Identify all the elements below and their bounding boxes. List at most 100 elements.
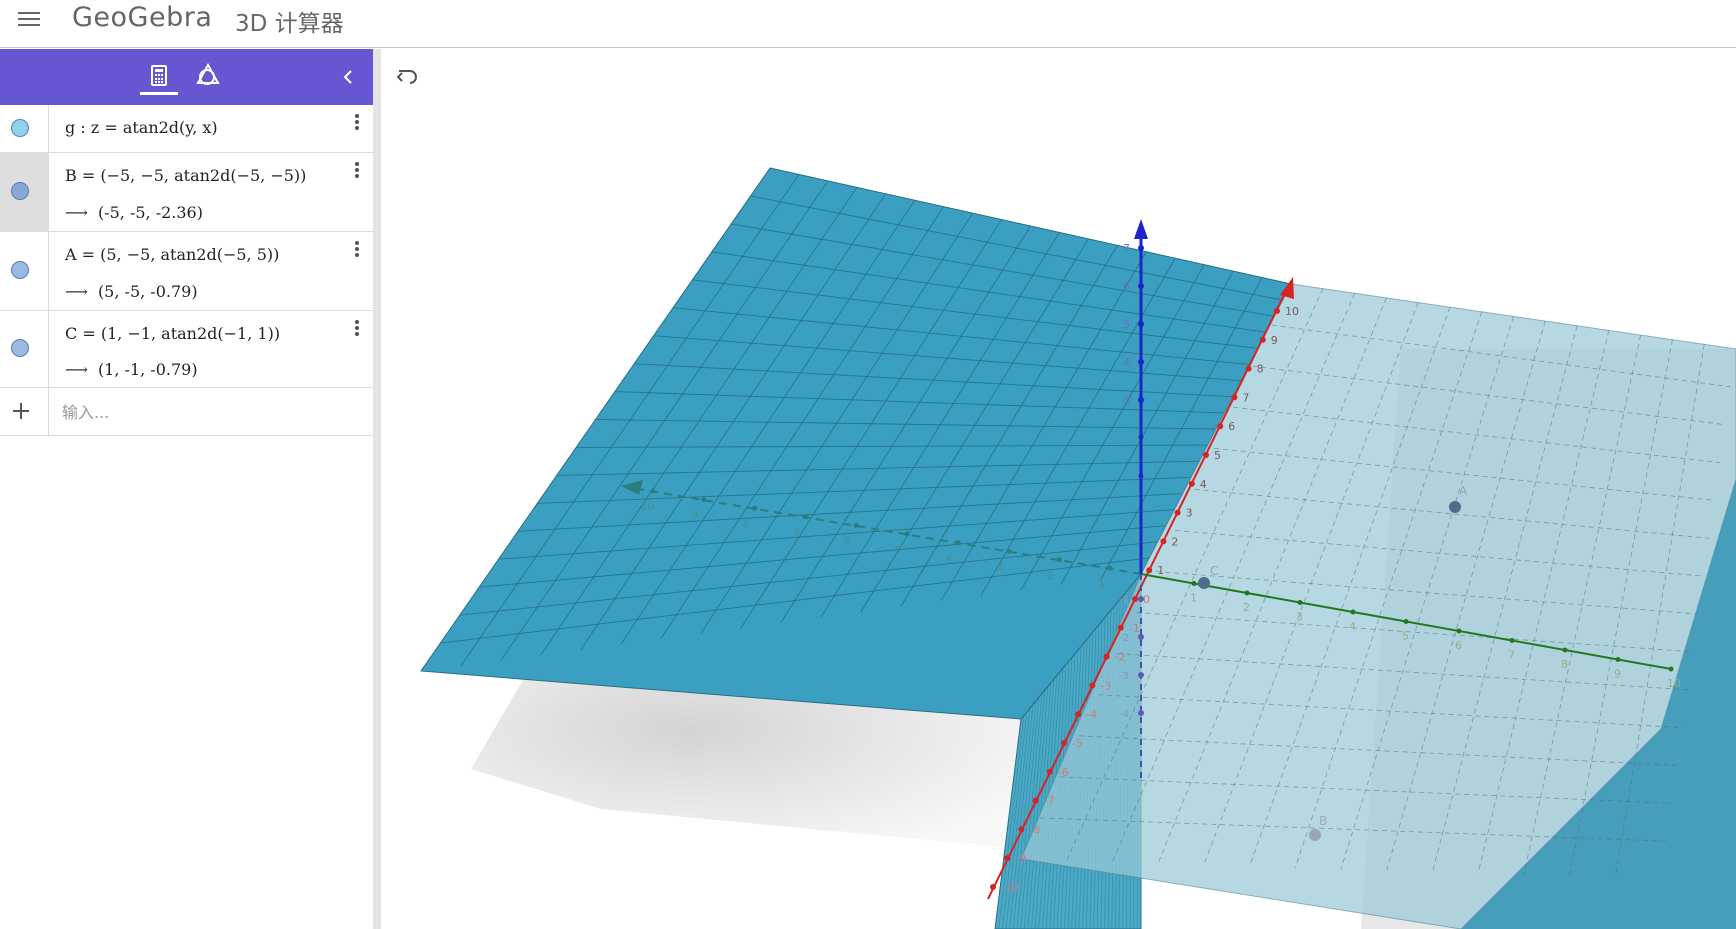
x-axis-tick-label: 4	[1200, 478, 1207, 491]
more-vertical-icon[interactable]	[351, 161, 363, 181]
x-axis-tick-label: -2	[1115, 651, 1126, 664]
x-axis-tick-label: -10	[1001, 881, 1019, 894]
output-a: ⟶ (5, -5, -0.79)	[65, 282, 198, 301]
tools-icon	[196, 62, 220, 85]
more-vertical-icon[interactable]	[351, 319, 363, 339]
z-axis-neg-tick-label: -4	[1119, 709, 1129, 720]
output-c: ⟶ (1, -1, -0.79)	[65, 360, 198, 379]
definition-a[interactable]: A = (5, −5, atan2d(−5, 5))	[65, 245, 279, 264]
algebra-list: g : z = atan2d(y, x) B = (−5, −5, atan2d…	[0, 105, 373, 436]
point-c-label: C	[1210, 564, 1218, 578]
x-axis-tick-label: 7	[1242, 391, 1249, 404]
x-axis-tick-label: 9	[1271, 334, 1278, 347]
marble-column	[0, 311, 49, 387]
more-vertical-icon[interactable]	[351, 240, 363, 260]
x-axis-tick-label: 0	[1143, 593, 1150, 606]
y-axis-neg-tick-label: 7	[793, 528, 799, 539]
z-axis-neg-tick	[1138, 672, 1144, 678]
z-axis-tick-label: 7	[1123, 242, 1130, 255]
x-axis-tick	[1259, 336, 1266, 343]
y-axis-tick-label: 8	[1561, 658, 1568, 671]
algebra-row-c[interactable]: C = (1, −1, atan2d(−1, 1)) ⟶ (1, -1, -0.7…	[0, 311, 373, 388]
y-axis-tick-label: 10	[1667, 677, 1681, 690]
add-item-button[interactable]	[10, 400, 32, 422]
x-axis-tick-label: 8	[1257, 363, 1264, 376]
y-axis-neg-tick	[955, 540, 961, 546]
marble-column	[0, 232, 49, 310]
more-vertical-icon[interactable]	[351, 113, 363, 133]
x-axis-tick	[1160, 538, 1167, 545]
marble-column	[0, 105, 49, 152]
algebra-input[interactable]	[60, 396, 354, 428]
output-arrow: ⟶	[65, 360, 88, 379]
x-axis-tick	[1203, 452, 1209, 458]
x-axis-tick-label: -9	[1015, 852, 1026, 865]
x-axis-tick	[1103, 653, 1110, 660]
x-axis-tick	[1188, 480, 1195, 487]
undo-icon	[396, 70, 417, 84]
y-axis-neg-tick	[650, 488, 656, 494]
x-axis-tick-label: 3	[1186, 507, 1193, 520]
x-axis-tick-label: 6	[1228, 420, 1235, 433]
collapse-panel-button[interactable]	[336, 65, 360, 89]
definition-c[interactable]: C = (1, −1, atan2d(−1, 1))	[65, 324, 280, 343]
algebra-panel: g : z = atan2d(y, x) B = (−5, −5, atan2d…	[0, 49, 373, 929]
z-axis-tick-label: 5	[1123, 318, 1130, 331]
x-axis-tick	[1174, 509, 1181, 516]
definition-b[interactable]: B = (−5, −5, atan2d(−5, −5))	[65, 166, 306, 185]
x-axis-tick	[1217, 423, 1224, 430]
visibility-toggle-b[interactable]	[11, 182, 29, 200]
y-axis-neg-tick-label: 4	[946, 554, 952, 565]
z-axis-tick-label: 3	[1123, 394, 1130, 407]
z-axis-tick-label: 6	[1123, 280, 1130, 293]
z-axis-neg-tick	[1138, 710, 1144, 716]
point-a-label: A	[1459, 484, 1468, 498]
calculator-icon	[151, 65, 167, 86]
tab-algebra[interactable]	[140, 59, 178, 95]
menu-icon-bar	[18, 18, 40, 20]
x-axis-tick	[1075, 711, 1082, 718]
menu-icon	[18, 12, 40, 14]
y-axis-neg-tick-label: 8	[743, 519, 749, 530]
y-axis-neg-tick	[752, 505, 758, 511]
y-axis-tick	[1297, 600, 1303, 605]
z-axis-tick	[1138, 473, 1144, 479]
x-axis-tick-label: 10	[1285, 305, 1299, 318]
y-axis-tick	[1350, 609, 1356, 615]
algebra-row-b[interactable]: B = (−5, −5, atan2d(−5, −5)) ⟶ (-5, -5, -…	[0, 153, 373, 232]
z-axis-tick-label: 4	[1123, 356, 1130, 369]
visibility-toggle-g[interactable]	[11, 119, 29, 137]
x-axis-tick-label: -4	[1086, 708, 1097, 721]
menu-button[interactable]	[16, 8, 42, 28]
chevron-left-icon	[343, 70, 352, 84]
y-axis-neg-tick-label: 10	[641, 502, 654, 513]
y-axis-tick-label: 6	[1455, 639, 1462, 652]
algebra-row-a[interactable]: A = (5, −5, atan2d(−5, 5)) ⟶ (5, -5, -0.7…	[0, 232, 373, 311]
y-axis-neg-tick	[1056, 557, 1062, 563]
x-axis-tick-label: -7	[1044, 795, 1055, 808]
algebra-row-g[interactable]: g : z = atan2d(y, x)	[0, 105, 373, 153]
y-axis-neg-tick-label: 3	[997, 562, 1003, 573]
y-axis-neg-tick-label: 6	[844, 536, 850, 547]
top-bar: GeoGebra 3D 计算器	[0, 0, 1736, 48]
graphics-3d-view[interactable]: 10 9 8 7 6 5 4 3 2 1 0 -1 -2 -3 -4 -5 -6 -7 -8 -9 -10 123456…	[381, 49, 1736, 929]
visibility-toggle-a[interactable]	[11, 261, 29, 279]
x-axis-tick-label: -8	[1029, 823, 1040, 836]
y-axis-tick	[1509, 638, 1515, 643]
visibility-toggle-c[interactable]	[11, 339, 29, 357]
y-axis-tick-label: 1	[1190, 592, 1197, 605]
3d-scene[interactable]: 109876543210-1-2-3-4-5-6-7-8-9-10 123456…	[381, 49, 1736, 929]
plus-icon	[13, 403, 29, 419]
x-axis-tick	[1018, 826, 1025, 833]
x-axis-tick	[990, 884, 996, 890]
x-axis-tick-label: 1	[1157, 564, 1164, 577]
algebra-input-row	[0, 388, 373, 436]
y-axis-tick-label: 4	[1349, 620, 1356, 633]
panel-splitter[interactable]	[373, 49, 381, 929]
x-axis-tick	[1231, 394, 1238, 401]
x-axis-tick	[1245, 365, 1252, 372]
marble-column	[0, 388, 49, 435]
definition-g[interactable]: g : z = atan2d(y, x)	[65, 118, 218, 137]
tab-tools[interactable]	[192, 59, 224, 91]
undo-button[interactable]	[395, 64, 421, 90]
